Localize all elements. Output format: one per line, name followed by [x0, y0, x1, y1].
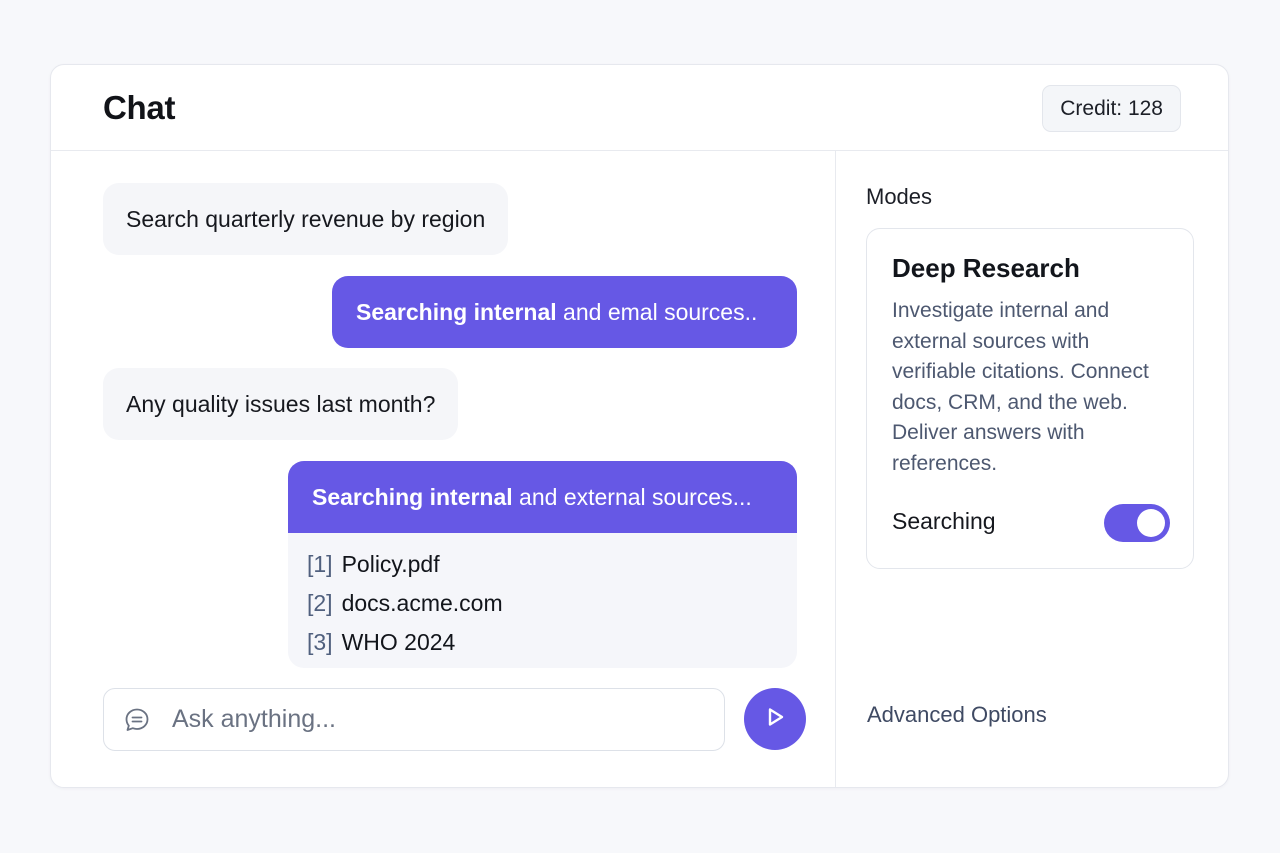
- citation-item[interactable]: [3] WHO 2024: [307, 623, 503, 662]
- searching-toggle[interactable]: [1104, 504, 1170, 542]
- citation-source[interactable]: Policy.pdf: [342, 551, 440, 577]
- assistant-message: Searching internal and external sources.…: [288, 461, 797, 533]
- assistant-message-bold: Searching internal: [312, 484, 513, 510]
- toggle-knob: [1137, 509, 1165, 537]
- page-title: Chat: [103, 89, 176, 126]
- assistant-message-rest: and external sources...: [512, 484, 752, 510]
- assistant-message: Searching internal and emal sources..: [332, 276, 797, 348]
- mode-card-deep-research[interactable]: Deep Research Investigate internal and e…: [866, 228, 1194, 569]
- play-arrow-icon: [762, 704, 788, 735]
- credit-badge: Credit: 128: [1042, 85, 1181, 132]
- citation-item[interactable]: [1] Policy.pdf: [307, 545, 503, 584]
- chat-bubble-icon: [123, 706, 151, 734]
- citation-number: [1]: [307, 551, 333, 577]
- user-message: Search quarterly revenue by region: [103, 183, 509, 255]
- assistant-message-rest: and emal sources..: [556, 299, 758, 325]
- send-button[interactable]: [744, 688, 806, 750]
- citation-source[interactable]: docs.acme.com: [342, 590, 503, 616]
- chat-window: Chat Credit: 128 Search quarterly revenu…: [50, 64, 1229, 788]
- assistant-message-with-citations: Searching internal and external sources.…: [288, 461, 797, 668]
- panel-divider: [835, 151, 836, 787]
- citation-number: [2]: [307, 590, 333, 616]
- advanced-options-link[interactable]: Advanced Options: [867, 702, 1047, 728]
- citation-source[interactable]: WHO 2024: [342, 629, 456, 655]
- modes-heading: Modes: [866, 184, 933, 209]
- citation-number: [3]: [307, 629, 333, 655]
- chat-header: Chat Credit: 128: [51, 65, 1228, 151]
- citation-list: [1] Policy.pdf [2] docs.acme.com [3] WHO 20…: [307, 545, 503, 662]
- composer[interactable]: [103, 688, 725, 751]
- mode-title: Deep Research: [892, 253, 1080, 283]
- user-message: Any quality issues last month?: [103, 368, 459, 440]
- message-input[interactable]: [172, 689, 712, 750]
- assistant-message-bold: Searching internal: [356, 299, 557, 325]
- toggle-label: Searching: [892, 508, 996, 534]
- mode-description: Investigate internal and external source…: [892, 299, 1149, 475]
- citation-item[interactable]: [2] docs.acme.com: [307, 584, 503, 623]
